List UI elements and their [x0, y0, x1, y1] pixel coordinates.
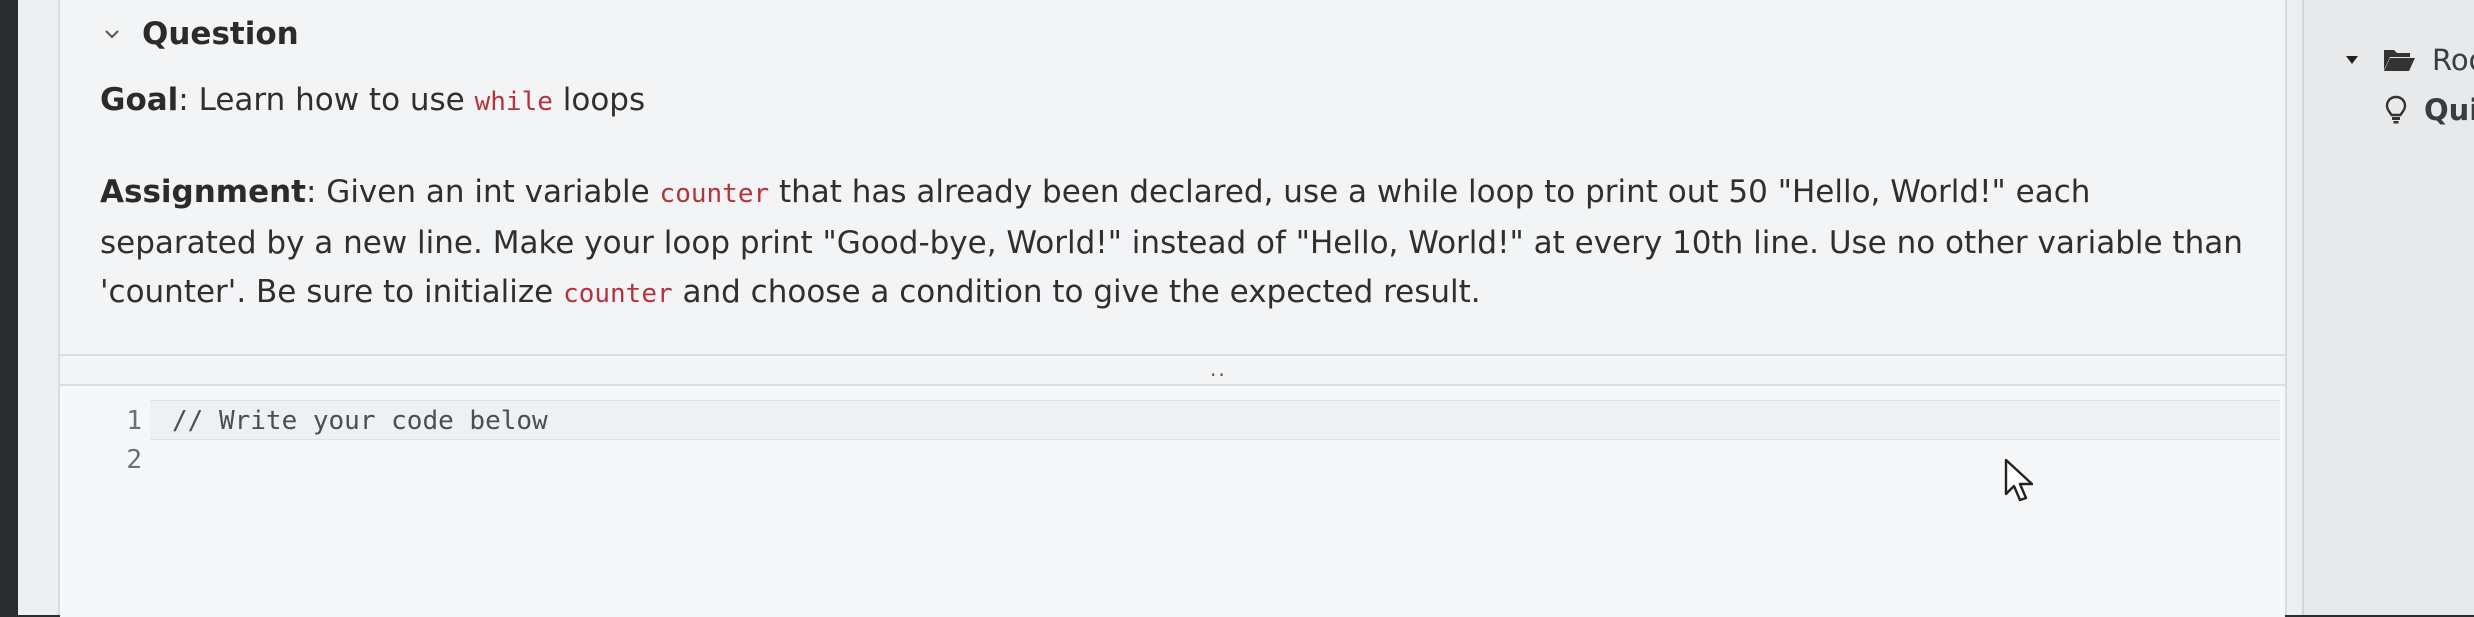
goal-text: Goal: Learn how to use while loops: [100, 82, 645, 118]
question-panel: Question Goal: Learn how to use while lo…: [58, 0, 2287, 617]
mouse-cursor-icon: [2004, 458, 2034, 502]
question-toggle[interactable]: Question: [100, 12, 299, 56]
code-keyword-while: while: [474, 87, 553, 117]
tree-item-label: Qui: [2424, 93, 2474, 127]
triangle-down-icon[interactable]: [2344, 52, 2360, 68]
side-panel: Roo Qui: [2302, 0, 2474, 615]
tree-item-root[interactable]: Roo: [2344, 40, 2474, 80]
chevron-down-icon[interactable]: [100, 22, 124, 46]
tree-item-label: Roo: [2432, 43, 2474, 77]
goal-label: Goal: [100, 82, 179, 118]
resize-handle[interactable]: ..: [1210, 359, 1227, 379]
editor-line[interactable]: 2: [60, 440, 172, 480]
code-line-text[interactable]: // Write your code below: [172, 406, 548, 436]
assignment-part-1: : Given an int variable: [306, 174, 660, 210]
assignment-part-3: and choose a condition to give the expec…: [672, 274, 1481, 310]
tree-item-quiz[interactable]: Qui: [2344, 90, 2474, 130]
lightbulb-icon: [2385, 95, 2407, 124]
line-number: 1: [126, 406, 142, 436]
assignment-text: Assignment: Given an int variable counte…: [100, 168, 2250, 319]
line-number: 2: [126, 445, 142, 475]
page: Question Goal: Learn how to use while lo…: [18, 0, 2474, 617]
folder-open-icon: [2384, 50, 2415, 71]
editor-line[interactable]: 1 // Write your code below: [60, 401, 548, 441]
goal-text-before: : Learn how to use: [178, 82, 475, 118]
code-editor[interactable]: 1 // Write your code below 2: [60, 384, 2285, 617]
code-keyword-counter: counter: [563, 279, 673, 309]
assignment-label: Assignment: [100, 174, 306, 210]
goal-text-after: loops: [552, 82, 646, 118]
question-title: Question: [142, 16, 299, 52]
code-keyword-counter: counter: [659, 179, 770, 209]
panel-divider: [60, 354, 2285, 356]
